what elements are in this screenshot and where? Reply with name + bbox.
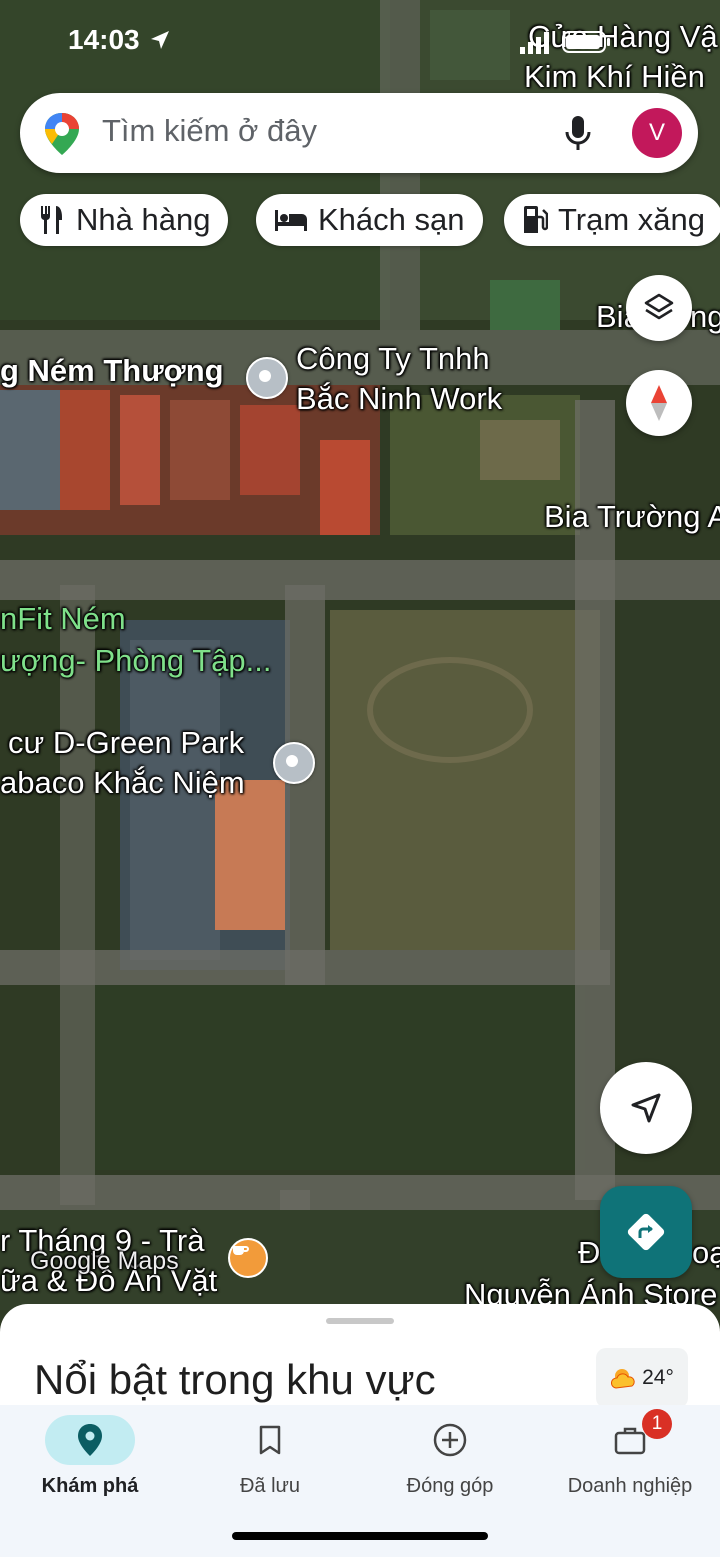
notification-badge: 1 [642,1409,672,1439]
weather-chip[interactable]: 24° [596,1348,688,1408]
map-label-store-suffix: oạ [692,1235,720,1270]
search-input[interactable]: Tìm kiếm ở đây [102,113,317,149]
explore-pin-icon [45,1415,135,1465]
chip-restaurants[interactable]: Nhà hàng [20,194,229,246]
map-label-bia-top-suffix: ng [690,299,720,334]
status-bar: 14:03 [68,24,172,56]
map-label-apartment-line2[interactable]: abaco Khắc Niệm [0,764,245,802]
tab-saved[interactable]: Đã lưu [180,1405,360,1515]
map-label-street: g Ném Thượng [0,353,224,388]
status-icons [520,30,612,54]
map-label-apartment[interactable]: cư D-Green Park [8,724,244,762]
tab-business[interactable]: 1 Doanh nghiệp [540,1405,720,1515]
map-label-store[interactable]: Đ [578,1234,600,1272]
status-time: 14:03 [68,24,140,55]
map-label-bia-truong[interactable]: Bia Trường A [544,498,720,536]
tab-label: Khám phá [41,1475,139,1497]
directions-icon [627,1213,665,1251]
map-label-gym[interactable]: nFit Ném [0,600,126,638]
compass-button[interactable] [626,370,692,436]
tab-explore[interactable]: Khám phá [0,1405,180,1515]
chip-label: Trạm xăng [558,202,706,237]
compass-icon [651,385,667,421]
tab-label: Đóng góp [406,1475,494,1497]
bookmark-icon [225,1415,315,1465]
map-label-shop-line2[interactable]: Kim Khí Hiền [524,58,705,96]
search-bar[interactable]: Tìm kiếm ở đây V [20,93,698,173]
map-label-company-line2[interactable]: Bắc Ninh Work [296,380,502,418]
tab-label: Đã lưu [239,1475,301,1497]
sheet-title: Nổi bật trong khu vực [34,1356,436,1403]
chip-label: Nhà hàng [76,202,211,237]
chip-hotels[interactable]: Khách sạn [256,194,483,246]
google-maps-watermark: Google Maps [30,1247,179,1275]
bed-icon [275,210,307,231]
apartment-pin-icon[interactable] [273,742,315,784]
my-location-button[interactable] [600,1062,692,1154]
battery-icon [562,31,610,53]
directions-button[interactable] [600,1186,692,1278]
tab-label: Doanh nghiệp [567,1475,693,1497]
layers-icon [644,293,674,320]
map-label-gym-line2[interactable]: ượng- Phòng Tập... [0,642,271,680]
sheet-drag-handle[interactable] [326,1318,394,1324]
avatar[interactable]: V [632,108,682,158]
tab-contribute[interactable]: Đóng góp [360,1405,540,1515]
fork-knife-icon [40,206,62,234]
gas-station-icon [524,206,548,233]
microphone-icon[interactable] [565,115,591,151]
location-arrow-icon [150,31,169,49]
cafe-pin-icon[interactable] [228,1238,268,1278]
layers-button[interactable] [626,275,692,341]
navigation-arrow-icon [631,1093,661,1123]
signal-icon [520,32,549,54]
temperature: 24° [642,1366,674,1389]
home-indicator [232,1532,488,1540]
map-label-company[interactable]: Công Ty Tnhh [296,340,490,378]
partly-cloudy-icon [611,1369,635,1389]
chip-gas-stations[interactable]: Trạm xăng [504,194,720,246]
add-circle-icon [405,1415,495,1465]
place-pin-icon[interactable] [246,357,288,399]
google-maps-logo-icon [45,113,79,155]
chip-label: Khách sạn [318,202,465,237]
